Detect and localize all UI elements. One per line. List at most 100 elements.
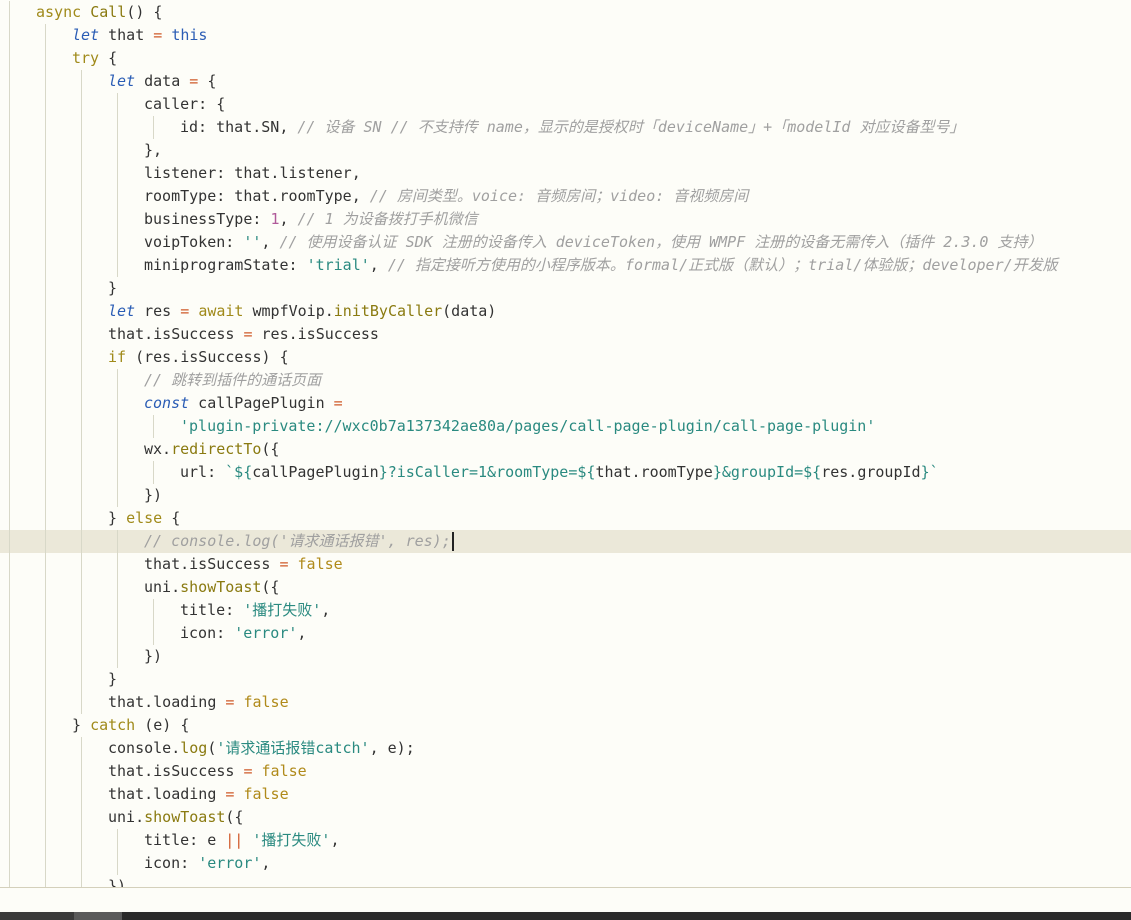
code-token-default: caller: { (144, 95, 226, 113)
indent-guide (81, 185, 82, 208)
code-text: url: `${callPagePlugin}?isCaller=1&roomT… (180, 461, 939, 484)
code-token-keyword: await (198, 302, 244, 320)
code-line[interactable]: } (0, 668, 1131, 691)
code-line[interactable]: let that = this (0, 24, 1131, 47)
code-token-default: { (198, 72, 217, 90)
code-line[interactable]: async Call() { (0, 1, 1131, 24)
code-token-template: `${ (225, 463, 253, 481)
code-line[interactable]: that.isSuccess = res.isSuccess (0, 323, 1131, 346)
code-token-default: that (99, 26, 154, 44)
code-line[interactable]: roomType: that.roomType, // 房间类型。voice: … (0, 185, 1131, 208)
code-line[interactable]: try { (0, 47, 1131, 70)
indent-guide (45, 507, 46, 530)
code-line[interactable]: }) (0, 484, 1131, 507)
status-bar-item-active[interactable] (74, 912, 122, 920)
code-line[interactable]: caller: { (0, 93, 1131, 116)
code-line[interactable]: wx.redirectTo({ (0, 438, 1131, 461)
code-line[interactable]: title: e || '播打失败', (0, 829, 1131, 852)
code-token-default: uni. (108, 808, 145, 826)
code-token-keyword: try (72, 49, 100, 67)
code-editor[interactable]: async Call() {let that = this try {let da… (0, 0, 1131, 887)
code-text: icon: 'error', (144, 852, 270, 875)
code-token-default: that.loading (108, 785, 226, 803)
indent-guide (117, 829, 118, 852)
code-token-default: that.isSuccess (144, 555, 280, 573)
code-line[interactable]: }) (0, 875, 1131, 887)
code-token-keyword: catch (90, 716, 136, 734)
code-line[interactable]: id: that.SN, // 设备 SN // 不支持传 name，显示的是授… (0, 116, 1131, 139)
indent-guide (81, 415, 82, 438)
code-token-default: { (162, 509, 181, 527)
code-token-default: data (135, 72, 190, 90)
code-line[interactable]: businessType: 1, // 1 为设备拨打手机微信 (0, 208, 1131, 231)
code-line[interactable]: listener: that.listener, (0, 162, 1131, 185)
code-token-string: '播打失败' (243, 601, 322, 619)
code-token-operator: = (153, 26, 163, 44)
code-line[interactable]: that.isSuccess = false (0, 553, 1131, 576)
code-token-function: redirectTo (171, 440, 262, 458)
code-text: }) (144, 645, 162, 668)
code-token-string: 'trial' (306, 256, 370, 274)
code-token-default: title: e (144, 831, 226, 849)
code-line[interactable]: let res = await wmpfVoip.initByCaller(da… (0, 300, 1131, 323)
indent-guide (81, 783, 82, 806)
indent-guide (117, 576, 118, 599)
code-token-function: showToast (180, 578, 262, 596)
code-line[interactable]: }) (0, 645, 1131, 668)
code-token-comment: // 指定接听方使用的小程序版本。formal/正式版（默认）；trial/体验… (387, 256, 1058, 274)
code-token-default: that.roomType (595, 463, 713, 481)
indent-guide (45, 323, 46, 346)
code-line[interactable]: that.loading = false (0, 783, 1131, 806)
indent-guide (117, 415, 118, 438)
indent-guide (9, 806, 10, 829)
code-line[interactable]: // 跳转到插件的通话页面 (0, 369, 1131, 392)
code-line-current[interactable]: // console.log('请求通话报错', res); (0, 530, 1131, 553)
indent-guide (117, 461, 118, 484)
code-line[interactable]: }, (0, 139, 1131, 162)
code-line[interactable]: } catch (e) { (0, 714, 1131, 737)
code-line[interactable]: console.log('请求通话报错catch', e); (0, 737, 1131, 760)
indent-guide (9, 139, 10, 162)
code-line[interactable]: uni.showToast({ (0, 806, 1131, 829)
code-line[interactable]: voipToken: '', // 使用设备认证 SDK 注册的设备传入 dev… (0, 231, 1131, 254)
code-line[interactable]: } else { (0, 507, 1131, 530)
status-bar-item[interactable] (0, 912, 74, 920)
indent-guide (45, 668, 46, 691)
code-line[interactable]: 'plugin-private://wxc0b7a137342ae80a/pag… (0, 415, 1131, 438)
code-line[interactable]: that.loading = false (0, 691, 1131, 714)
code-line[interactable]: that.isSuccess = false (0, 760, 1131, 783)
code-line[interactable]: title: '播打失败', (0, 599, 1131, 622)
indent-guide (81, 599, 82, 622)
indent-guide (117, 185, 118, 208)
indent-guide (9, 875, 10, 887)
code-line[interactable]: icon: 'error', (0, 622, 1131, 645)
indent-guide (153, 622, 154, 645)
code-line[interactable]: let data = { (0, 70, 1131, 93)
code-text: that.isSuccess = false (144, 553, 343, 576)
code-text: let res = await wmpfVoip.initByCaller(da… (108, 300, 496, 323)
code-line[interactable]: miniprogramState: 'trial', // 指定接听方使用的小程… (0, 254, 1131, 277)
indent-guide (81, 484, 82, 507)
code-token-default: } (108, 670, 118, 688)
indent-guide (81, 346, 82, 369)
indent-guide (45, 415, 46, 438)
indent-guide (81, 70, 82, 93)
code-line[interactable]: uni.showToast({ (0, 576, 1131, 599)
code-token-comment: // 房间类型。voice: 音频房间；video: 音视频房间 (369, 187, 749, 205)
indent-guide (45, 346, 46, 369)
indent-guide (9, 47, 10, 70)
indent-guide (45, 530, 46, 553)
code-line[interactable]: icon: 'error', (0, 852, 1131, 875)
code-line[interactable]: const callPagePlugin = (0, 392, 1131, 415)
code-token-default: ({ (225, 808, 244, 826)
code-token-default: that.isSuccess (108, 762, 244, 780)
indent-guide (81, 231, 82, 254)
code-line[interactable]: } (0, 277, 1131, 300)
code-line[interactable]: url: `${callPagePlugin}?isCaller=1&roomT… (0, 461, 1131, 484)
indent-guide (81, 737, 82, 760)
code-text: listener: that.listener, (144, 162, 361, 185)
indent-guide (45, 93, 46, 116)
code-token-keyword: async (36, 3, 91, 21)
indent-guide (9, 461, 10, 484)
code-line[interactable]: if (res.isSuccess) { (0, 346, 1131, 369)
